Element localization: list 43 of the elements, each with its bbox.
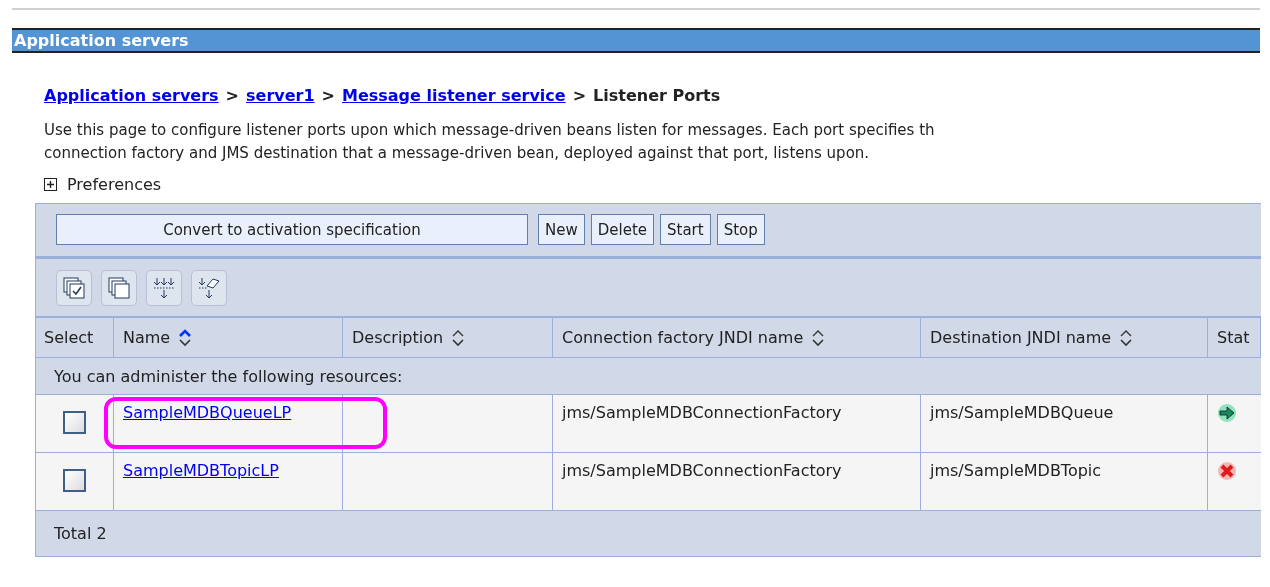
total-count: Total 2 [53, 523, 108, 545]
deselect-all-icon [107, 276, 131, 300]
breadcrumb-link[interactable]: Application servers [44, 86, 219, 105]
sort-icon[interactable] [178, 327, 193, 348]
table-cell: jms/SampleMDBConnectionFactory [562, 461, 842, 480]
table-cell: jms/SampleMDBQueue [930, 403, 1114, 422]
breadcrumb-link[interactable]: server1 [246, 86, 315, 105]
table-cell: jms/SampleMDBConnectionFactory [562, 403, 842, 422]
tool-button[interactable] [146, 270, 182, 306]
tool-button[interactable] [56, 270, 92, 306]
breadcrumb-separator: > [321, 86, 335, 105]
expand-icon[interactable] [44, 178, 57, 191]
breadcrumb-link[interactable]: Message listener service [342, 86, 566, 105]
action-button[interactable]: New [538, 214, 585, 245]
column-label: Destination JNDI name [930, 328, 1112, 347]
column-header[interactable]: Description [343, 318, 553, 358]
column-label: Select [44, 328, 94, 347]
column-label: Connection factory JNDI name [562, 328, 804, 347]
description-line: Use this page to configure listener ports upon which message-driven beans listen for messages. Each port specifies th [44, 120, 936, 141]
breadcrumb-separator: > [225, 86, 239, 105]
tool-button[interactable] [101, 270, 137, 306]
preferences-label[interactable]: Preferences [67, 175, 162, 194]
row-checkbox[interactable] [63, 411, 86, 434]
row-checkbox[interactable] [63, 469, 86, 492]
description-line: connection factory and JMS destination that a message-driven bean, deployed against that port, listens upon. [44, 143, 871, 164]
action-button[interactable]: Start [660, 214, 711, 245]
breadcrumb-current: Listener Ports [593, 86, 721, 105]
action-button[interactable]: Delete [590, 214, 654, 245]
column-label: Stat [1217, 328, 1250, 347]
column-header[interactable]: Destination JNDI name [921, 318, 1208, 358]
action-button[interactable]: Stop [716, 214, 765, 245]
action-button[interactable]: Convert to activation specification [56, 214, 528, 245]
column-header[interactable]: Name [114, 318, 343, 358]
column-header[interactable]: Connection factory JNDI name [553, 318, 921, 358]
section-title: Application servers [12, 28, 1260, 53]
select-all-icon [62, 276, 86, 300]
filter-icon [152, 276, 176, 300]
clear-filter-icon [197, 276, 221, 300]
tool-button[interactable] [191, 270, 227, 306]
table-cell: jms/SampleMDBTopic [930, 461, 1102, 480]
breadcrumb-separator: > [572, 86, 587, 105]
column-label: Name [123, 328, 171, 347]
column-label: Description [352, 328, 444, 347]
